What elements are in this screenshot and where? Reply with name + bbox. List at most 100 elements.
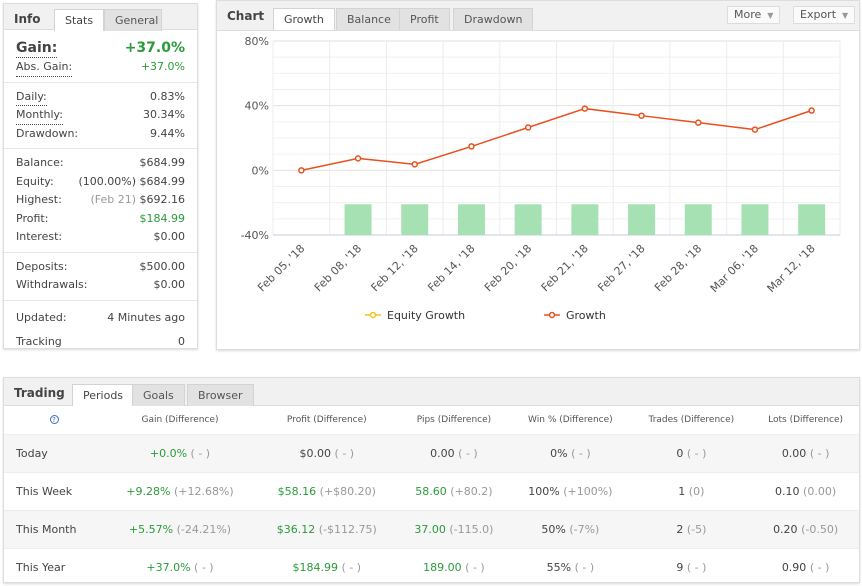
deposits-label: Deposits: (16, 259, 68, 273)
cell-value: 55% (546, 560, 572, 574)
cell-difference: (0.00) (803, 484, 837, 498)
more-button[interactable]: More ▼ (727, 6, 781, 24)
bar (798, 204, 826, 235)
table-cell: 0.90 ( - ) (752, 547, 859, 586)
monthly-label[interactable]: Monthly: (16, 106, 63, 125)
cell-difference: ( - ) (341, 560, 362, 574)
table-cell: 1 (0) (630, 471, 753, 510)
equity-value: $684.99 (139, 174, 186, 188)
periods-table: ? Gain (Difference) Profit (Difference) … (4, 406, 859, 586)
table-cell: +9.28% (+12.68%) (104, 471, 256, 510)
tab-balance[interactable]: Balance (336, 8, 402, 30)
growth-point (808, 107, 815, 114)
interest-value: $0.00 (153, 230, 186, 243)
x-tick-label: Feb 05, '18 (255, 242, 307, 294)
cell-difference: (+80.2) (450, 484, 493, 498)
legend-item[interactable]: Equity Growth (387, 309, 465, 322)
cell-difference: (+12.68%) (173, 484, 234, 498)
table-cell: $58.16 (+$80.20) (255, 471, 398, 510)
table-cell: $0.00 ( - ) (255, 433, 398, 472)
cell-difference: ( - ) (458, 446, 478, 460)
balance-label: Balance: (16, 156, 64, 169)
cell-value: 0.20 (773, 522, 798, 536)
equity-pct: (100.00%) (78, 174, 136, 188)
daily-value: 0.83% (150, 89, 185, 103)
legend-item[interactable]: Growth (566, 309, 606, 322)
table-cell: 189.00 ( - ) (397, 547, 511, 586)
updated-value: 4 Minutes ago (107, 310, 185, 324)
tracking-label: Tracking (16, 334, 62, 348)
table-cell: 100% (+100%) (510, 471, 631, 510)
cell-difference: (0) (688, 484, 705, 498)
tab-growth[interactable]: Growth (273, 8, 335, 30)
cell-value: $36.12 (276, 522, 316, 536)
table-cell: 0.00 ( - ) (752, 433, 859, 472)
bar (514, 204, 542, 235)
cell-difference: ( - ) (190, 446, 211, 460)
tab-drawdown[interactable]: Drawdown (453, 8, 534, 30)
cell-difference: (-24.21%) (176, 522, 232, 536)
table-row: Today +0.0% ( - ) $0.00 ( - ) 0.00 ( - ) 0% … (4, 433, 859, 472)
tab-periods[interactable]: Periods (72, 384, 135, 406)
deposits-value: $500.00 (139, 259, 186, 273)
export-button[interactable]: Export ▼ (793, 6, 856, 24)
growth-point (524, 124, 532, 131)
table-cell: $184.99 ( - ) (255, 547, 398, 586)
cell-value: 37.00 (414, 522, 446, 536)
chevron-down-icon: ▼ (767, 11, 774, 20)
cell-value: 0.10 (775, 484, 800, 498)
profit-label: Profit: (16, 211, 49, 225)
bar (741, 204, 769, 235)
trading-title: Trading (14, 386, 65, 400)
cell-value: 9 (676, 560, 684, 574)
legend-marker (548, 311, 556, 319)
equity-label: Equity: (16, 174, 54, 188)
column-header: Gain (Difference) (141, 414, 219, 425)
cell-difference: ( - ) (809, 560, 830, 574)
cell-difference: (-0.50) (801, 522, 839, 536)
x-tick-label: Feb 12, '18 (369, 242, 421, 294)
table-row: This Month +5.57% (-24.21%) $36.12 (-$112.… (4, 509, 859, 548)
x-tick-label: Feb 21, '18 (539, 242, 591, 294)
cell-difference: (-$112.75) (318, 522, 377, 536)
cell-difference: (+$80.20) (319, 484, 376, 498)
y-tick-label: -40% (241, 229, 269, 242)
highest-date: (Feb 21) (90, 193, 136, 206)
gain-label[interactable]: Gain: (16, 38, 58, 58)
cell-difference: (-5) (686, 522, 707, 536)
tab-general[interactable]: General (104, 9, 162, 31)
column-header: Trades (Difference) (648, 414, 735, 425)
abs-gain-label[interactable]: Abs. Gain: (16, 58, 73, 77)
column-header: Lots (Difference) (768, 414, 844, 425)
table-cell: 50% (-7%) (510, 509, 631, 548)
withdrawals-label: Withdrawals: (16, 278, 88, 291)
tab-profit[interactable]: Profit (399, 8, 450, 30)
cell-value: 0% (550, 446, 568, 460)
tab-goals[interactable]: Goals (132, 384, 185, 406)
cell-value: +0.0% (149, 446, 188, 460)
tab-stats[interactable]: Stats (54, 9, 105, 31)
cell-difference: ( - ) (574, 560, 595, 574)
cell-value: $184.99 (292, 560, 339, 574)
cell-value: 0.00 (430, 446, 455, 460)
cell-value: +37.0% (146, 560, 191, 574)
tab-browser[interactable]: Browser (187, 384, 254, 406)
cell-difference: ( - ) (686, 560, 707, 574)
cell-value: 189.00 (423, 560, 462, 574)
column-header: Pips (Difference) (416, 414, 492, 425)
bar (628, 204, 656, 235)
bar (571, 204, 599, 235)
tracking-value[interactable]: 0 (178, 330, 185, 354)
cell-difference: (-115.0) (449, 522, 494, 536)
cell-value: +9.28% (126, 484, 171, 498)
help-icon[interactable]: ? (49, 414, 59, 424)
period-label: This Year (4, 547, 104, 586)
table-row: This Year +37.0% ( - ) $184.99 ( - ) 189.00… (4, 547, 859, 586)
y-tick-label: 80% (245, 35, 269, 48)
cell-value: 2 (676, 522, 684, 536)
cell-value: 1 (678, 484, 686, 498)
cell-difference: ( - ) (334, 446, 355, 460)
daily-label[interactable]: Daily: (16, 88, 47, 106)
table-cell: +0.0% ( - ) (104, 433, 256, 472)
growth-point (695, 119, 702, 126)
